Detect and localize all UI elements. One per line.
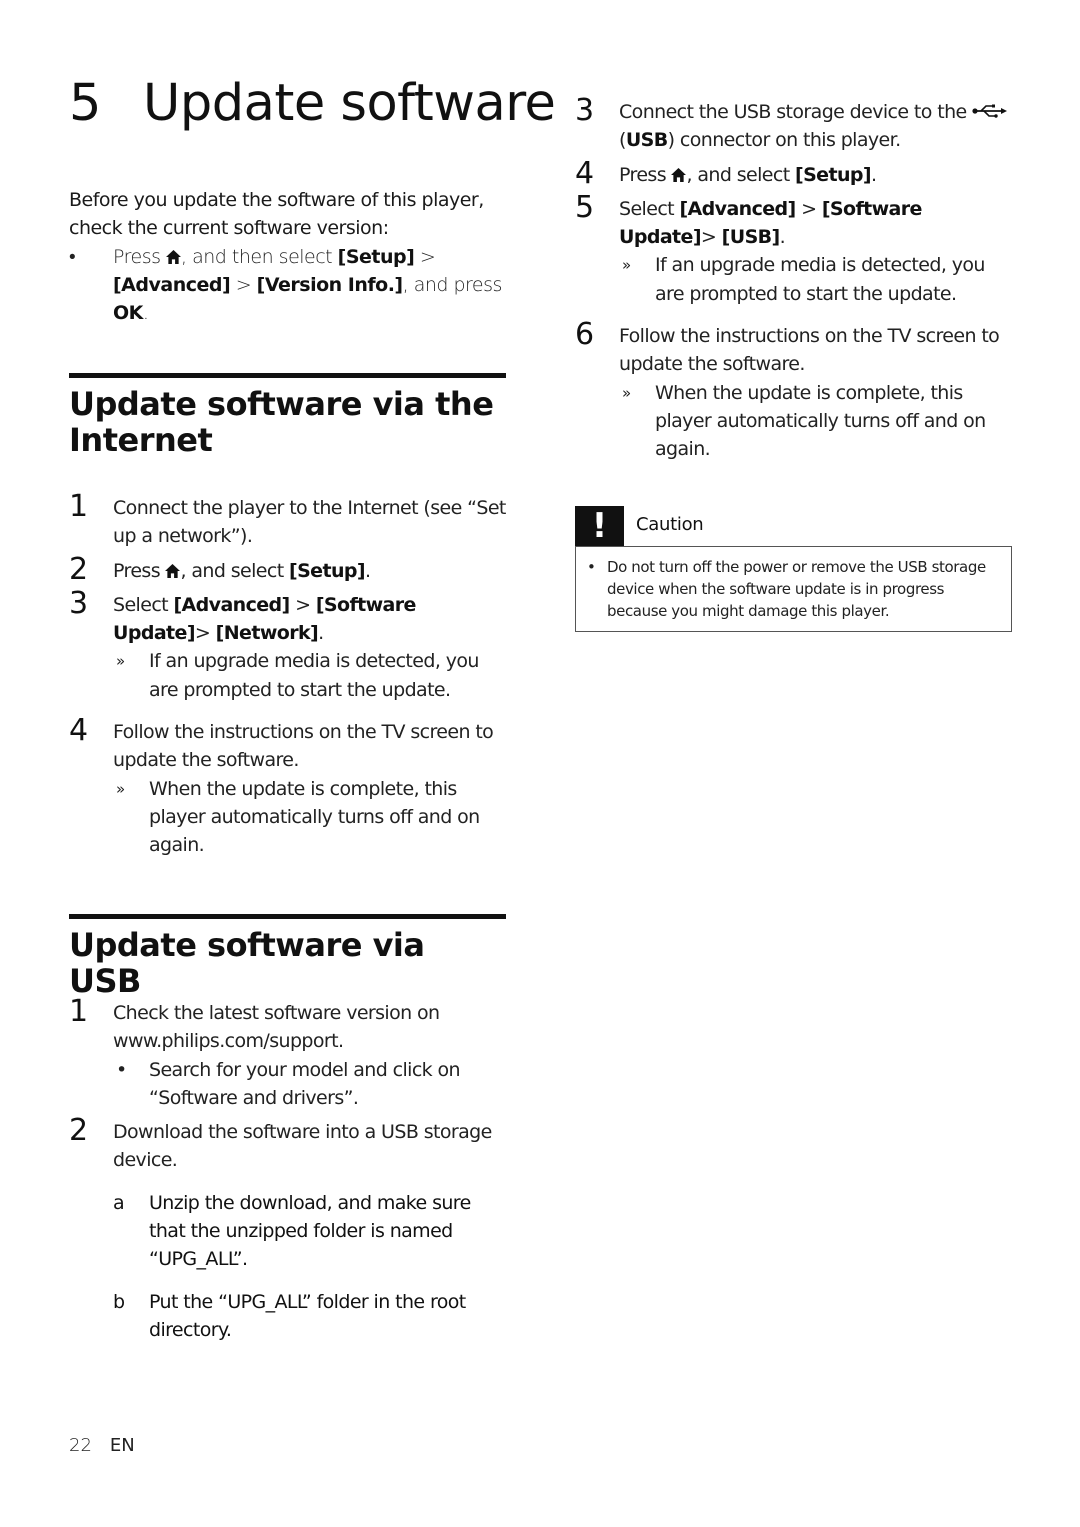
chapter-title-text: Update software (143, 74, 556, 133)
caution-text: Do not turn off the power or remove the … (607, 558, 986, 620)
substep-b: b Put the “UPG_ALL” folder in the root d… (113, 1288, 509, 1345)
result-mark: » (622, 383, 631, 402)
bullet-mark: • (587, 558, 596, 576)
section-rule (69, 914, 506, 919)
step-item: 4 Follow the instructions on the TV scre… (69, 714, 509, 860)
chapter-title: 5 Update software (69, 74, 556, 134)
bullet-mark: • (69, 245, 76, 268)
step-result: » If an upgrade media is detected, you a… (619, 251, 1015, 308)
internet-steps: 1 Connect the player to the Internet (se… (69, 489, 509, 860)
menu-version-info: [Version Info.] (256, 273, 403, 296)
ok-key: OK (113, 302, 143, 325)
substep-a: a Unzip the download, and make sure that… (113, 1189, 509, 1274)
language-code: EN (109, 1435, 135, 1456)
caution-body: • Do not turn off the power or remove th… (575, 546, 1012, 632)
step-number: 1 (69, 994, 88, 1029)
step-number: 2 (69, 551, 88, 587)
step-item: 6 Follow the instructions on the TV scre… (575, 318, 1015, 464)
step-item: 4 Press , and select [Setup]. (575, 155, 877, 191)
bullet-mark: • (116, 1058, 127, 1081)
chapter-number: 5 (69, 74, 101, 133)
caution-box: ! Caution • Do not turn off the power or… (575, 506, 1012, 632)
menu-advanced: [Advanced] (113, 273, 231, 296)
step-number: 4 (575, 155, 594, 191)
step-item: 3 Connect the USB storage device to the … (575, 94, 1015, 155)
menu-setup: [Setup] (337, 245, 415, 268)
caution-label: Caution (636, 514, 704, 535)
step-item: 2 Download the software into a USB stora… (69, 1114, 509, 1345)
step-number: 1 (69, 489, 88, 524)
substep-mark: a (113, 1191, 125, 1214)
step-number: 3 (69, 585, 88, 621)
step-item: 2 Press , and select [Setup]. (69, 551, 371, 587)
step-number: 6 (575, 317, 594, 353)
step-item: 5 Select [Advanced] > [Software Update]>… (575, 190, 1015, 308)
section-title-usb: Update software via USB (69, 926, 425, 1000)
step-result: » When the update is complete, this play… (619, 379, 1015, 464)
usb-icon (972, 104, 1008, 118)
step-number: 3 (575, 93, 594, 128)
page-footer: 22 EN (69, 1435, 135, 1456)
home-icon (166, 249, 182, 264)
section-rule (69, 373, 506, 378)
step-result: » When the update is complete, this play… (113, 775, 509, 860)
step-item: 1 Connect the player to the Internet (se… (69, 489, 506, 548)
home-icon (165, 563, 181, 578)
intro-bullet: • Press , and then select [Setup] > [Adv… (69, 243, 509, 328)
result-mark: » (116, 652, 125, 671)
step-number: 4 (69, 713, 88, 749)
step-number: 5 (575, 189, 594, 225)
intro: Before you update the software of this p… (69, 186, 509, 327)
warning-icon: ! (575, 506, 624, 546)
usb-steps-right: 3 Connect the USB storage device to the … (575, 94, 1015, 464)
step-number: 2 (69, 1113, 88, 1149)
result-mark: » (622, 256, 631, 275)
step-bullet: • Search for your model and click on “So… (113, 1056, 509, 1113)
result-mark: » (116, 779, 125, 798)
intro-text: Before you update the software of this p… (69, 189, 484, 240)
caution-header: ! Caution (575, 506, 1012, 546)
step-result: » If an upgrade media is detected, you a… (113, 647, 509, 704)
step-item: 3 Select [Advanced] > [Software Update]>… (69, 586, 509, 704)
section-title-internet: Update software via the Internet (69, 385, 494, 459)
home-icon (671, 167, 687, 182)
substep-mark: b (113, 1290, 125, 1313)
page-number: 22 (69, 1435, 92, 1456)
usb-steps-left: 1 Check the latest software version on w… (69, 995, 509, 1345)
step-item: 1 Check the latest software version on w… (69, 995, 509, 1113)
